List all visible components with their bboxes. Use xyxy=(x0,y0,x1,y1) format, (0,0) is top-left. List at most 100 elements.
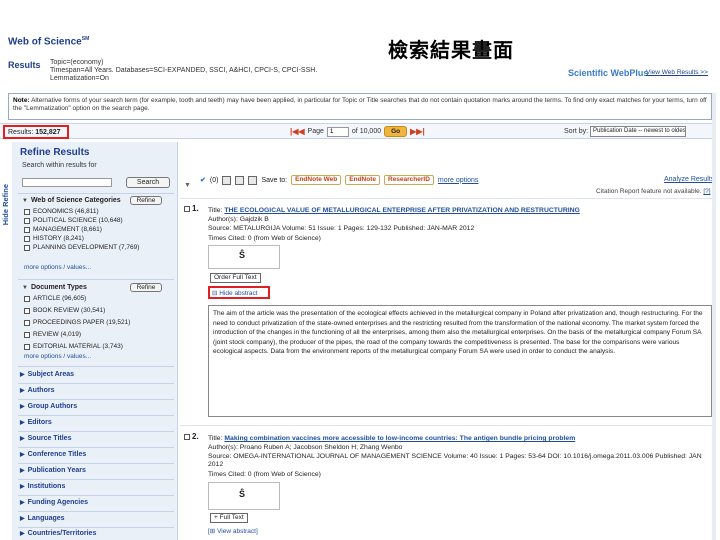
query-topic: Topic=(economy) xyxy=(50,59,104,66)
checkbox[interactable] xyxy=(24,226,30,233)
scientific-webplus-logo[interactable]: Scientific WebPlus xyxy=(568,68,648,78)
view-abstract-toggle[interactable]: [⊞ View abstract] xyxy=(208,527,258,535)
record-2-source: Source: OMEGA-INTERNATIONAL JOURNAL OF M… xyxy=(208,453,702,460)
refine-funding-agencies[interactable]: ▶ Funding Agencies xyxy=(20,499,88,506)
collapsed-triangle-icon: ▶ xyxy=(20,404,25,410)
collapsed-triangle-icon: ▶ xyxy=(20,516,25,522)
checkbox[interactable] xyxy=(24,295,30,302)
help-link[interactable]: [?] xyxy=(703,188,710,195)
results-label: Results xyxy=(8,60,41,70)
scrollbar[interactable] xyxy=(712,93,716,540)
expanded-triangle-icon: ▼ xyxy=(22,284,28,291)
analyze-results-link[interactable]: Analyze Results xyxy=(664,176,714,183)
record-2-source-cont: 2012 xyxy=(208,461,224,468)
checkbox[interactable] xyxy=(24,319,30,326)
facet-economics[interactable]: ECONOMICS (46,811) xyxy=(24,208,99,215)
email-icon[interactable] xyxy=(235,175,245,185)
search-button[interactable]: Search xyxy=(126,177,170,188)
page-of-label: of 10,000 xyxy=(351,128,382,135)
facet-political-science[interactable]: POLITICAL SCIENCE (10,648) xyxy=(24,217,123,224)
facet-history[interactable]: HISTORY (8,241) xyxy=(24,235,84,242)
record-1-title: Title: THE ECOLOGICAL VALUE OF METALLURG… xyxy=(208,207,580,214)
more-options-link[interactable]: more options xyxy=(438,177,478,184)
refine-group-authors[interactable]: ▶ Group Authors xyxy=(20,403,77,410)
first-page-icon[interactable]: |◀◀ xyxy=(290,127,305,136)
refine-languages[interactable]: ▶ Languages xyxy=(20,515,65,522)
document-types-refine-button[interactable]: Refine xyxy=(130,283,162,292)
facet-article[interactable]: ARTICLE (96,605) xyxy=(24,295,86,302)
wos-categories-more-options-link[interactable]: more options / values... xyxy=(24,264,91,271)
query-timespan: Timespan=All Years. Databases=SCI-EXPAND… xyxy=(50,67,318,74)
wos-categories-refine-button[interactable]: Refine xyxy=(130,196,162,205)
endnote-web-button[interactable]: EndNote Web xyxy=(291,175,342,185)
print-icon[interactable] xyxy=(222,175,232,185)
record-1-link-box: Ŝ xyxy=(208,245,280,269)
collapsed-triangle-icon: ▶ xyxy=(20,468,25,474)
checkbox[interactable] xyxy=(24,307,30,314)
collapsed-triangle-icon: ▶ xyxy=(20,452,25,458)
refine-authors[interactable]: ▶ Authors xyxy=(20,387,54,394)
page-input[interactable] xyxy=(326,126,349,137)
refine-countries-territories[interactable]: ▶ Countries/Territories xyxy=(20,530,96,537)
refine-conference-titles[interactable]: ▶ Conference Titles xyxy=(20,451,86,458)
checkbox[interactable] xyxy=(24,235,30,242)
checkbox[interactable] xyxy=(184,205,190,212)
sort-label: Sort by: xyxy=(564,128,589,135)
results-toolbar: ✔ (0) Save to: EndNote Web EndNote Resea… xyxy=(184,175,478,185)
expanded-triangle-icon: ▼ xyxy=(22,197,28,204)
plus-box-icon: [⊞ xyxy=(208,528,218,535)
hide-abstract-toggle[interactable]: ⊟ Hide abstract xyxy=(208,286,270,299)
search-within-input[interactable] xyxy=(22,178,112,187)
refine-source-titles[interactable]: ▶ Source Titles xyxy=(20,435,71,442)
checkbox[interactable] xyxy=(24,217,30,224)
refine-subject-areas[interactable]: ▶ Subject Areas xyxy=(20,371,74,378)
sort-select[interactable]: Publication Date -- newest to oldest xyxy=(590,126,686,137)
collapsed-triangle-icon: ▶ xyxy=(20,420,25,426)
endnote-button[interactable]: EndNote xyxy=(345,175,380,185)
record-2-select[interactable]: 2. xyxy=(184,432,199,441)
facet-editorial-material[interactable]: EDITORIAL MATERIAL (3,743) xyxy=(24,343,123,350)
checkbox[interactable] xyxy=(24,244,30,251)
order-full-text-button[interactable]: Order Full Text xyxy=(210,273,261,283)
checkmark-icon[interactable]: ✔ xyxy=(200,176,206,184)
record-1-select[interactable]: 1. xyxy=(184,204,199,213)
collapsed-triangle-icon: ▶ xyxy=(20,388,25,394)
checkbox[interactable] xyxy=(184,433,190,440)
refine-editors[interactable]: ▶ Editors xyxy=(20,419,52,426)
facet-book-review[interactable]: BOOK REVIEW (30,541) xyxy=(24,307,105,314)
record-1-title-link[interactable]: THE ECOLOGICAL VALUE OF METALLURGICAL EN… xyxy=(224,207,579,214)
page-label: Page xyxy=(307,128,324,135)
web-of-science-logo[interactable]: Web of ScienceSM xyxy=(8,36,89,47)
record-2-title-link[interactable]: Making combination vaccines more accessi… xyxy=(224,435,575,442)
note-label: Note: xyxy=(13,97,30,104)
document-types-more-options-link[interactable]: more options / values... xyxy=(24,353,91,360)
document-types-header[interactable]: ▼ Document Types xyxy=(22,284,87,291)
download-icon[interactable] xyxy=(248,175,258,185)
sfx-icon[interactable]: Ŝ xyxy=(239,250,245,260)
go-button[interactable]: Go xyxy=(384,126,408,137)
facet-review[interactable]: REVIEW (4,019) xyxy=(24,331,81,338)
checkbox[interactable] xyxy=(24,208,30,215)
wos-categories-header[interactable]: ▼ Web of Science Categories xyxy=(22,197,121,204)
record-1-abstract: The aim of the article was the presentat… xyxy=(208,305,712,417)
facet-management[interactable]: MANAGEMENT (8,661) xyxy=(24,226,102,233)
researcherid-button[interactable]: ResearcherID xyxy=(384,175,434,185)
lemmatization-note: Note: Alternative forms of your search t… xyxy=(8,93,712,120)
save-to-label: Save to: xyxy=(261,176,288,184)
next-page-icon[interactable]: ▶▶| xyxy=(410,127,425,136)
facet-proceedings-paper[interactable]: PROCEEDINGS PAPER (19,521) xyxy=(24,319,130,326)
refine-publication-years[interactable]: ▶ Publication Years xyxy=(20,467,86,474)
sfx-icon[interactable]: Ŝ xyxy=(239,489,245,499)
view-web-results-link[interactable]: View Web Results >> xyxy=(646,69,708,76)
pager: |◀◀ Page of 10,000 Go ▶▶| xyxy=(290,126,425,137)
refine-institutions[interactable]: ▶ Institutions xyxy=(20,483,65,490)
query-lemmatization: Lemmatization=On xyxy=(50,75,109,82)
checkbox[interactable] xyxy=(24,331,30,338)
hide-refine-tab[interactable]: Hide Refine xyxy=(0,142,10,540)
full-text-button[interactable]: + Full Text xyxy=(210,513,248,523)
checkbox[interactable] xyxy=(24,343,30,350)
slide-title: 檢索結果畫面 xyxy=(388,38,514,62)
record-2-title: Title: Making combination vaccines more … xyxy=(208,435,576,442)
record-2-times-cited: Times Cited: 0 (from Web of Science) xyxy=(208,471,321,478)
facet-planning-development[interactable]: PLANNING DEVELOPMENT (7,769) xyxy=(24,244,139,251)
